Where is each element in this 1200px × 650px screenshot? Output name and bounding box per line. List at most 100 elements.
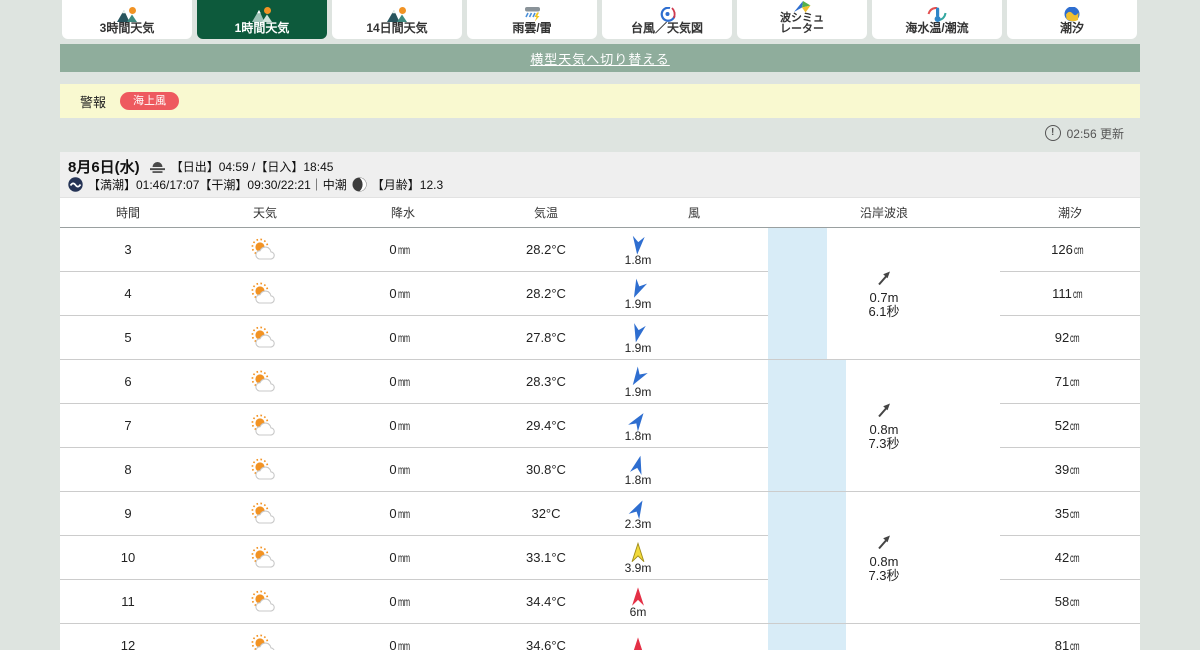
hour-cell: 3: [60, 228, 196, 272]
tide-times-text: 【満潮】01:46/17:07【干潮】09:30/22:21｜中潮: [88, 177, 347, 192]
col-header-weather: 天気: [252, 206, 277, 220]
col-header-temp: 気温: [533, 206, 558, 220]
coastal-wave-cell: 0.8m 7.3秒: [768, 492, 1000, 624]
precip-cell: 0 mm: [334, 492, 472, 536]
sun-cloud-icon: [249, 589, 281, 614]
tide-cell: 71 cm: [1000, 360, 1140, 404]
temp-cell: 27.8°C: [472, 316, 620, 360]
temp-cell: 33.1°C: [472, 536, 620, 580]
weather-cell: [196, 228, 334, 272]
wind-direction-arrow-icon: [627, 636, 649, 650]
sunset-icon: [149, 161, 165, 173]
tab-tide[interactable]: 潮汐: [1007, 0, 1137, 39]
typhoon-icon: [656, 7, 678, 22]
tide-phase-band: [768, 360, 846, 491]
col-header-coastal-wave: 沿岸波浪: [859, 206, 908, 220]
sun-cloud-icon: [249, 369, 281, 394]
wave-period: 7.3秒: [868, 436, 900, 451]
precip-cell: 0 mm: [334, 228, 472, 272]
precip-cell: 0 mm: [334, 624, 472, 650]
hourly-marine-weather-page: 3時間天気 1時間天気 14日間天気 雨雲/雷 台風／天気図 波シミュレーター …: [0, 0, 1200, 650]
sea-temp-current-icon: [926, 7, 948, 22]
tide-phase-band: [768, 492, 846, 623]
wave-period: 7.3秒: [868, 568, 900, 583]
tide-cell: 52 cm: [1000, 404, 1140, 448]
tab-label: 3時間天気: [99, 21, 155, 35]
tide-cell: 126 cm: [1000, 228, 1140, 272]
sun-cloud-icon: [249, 545, 281, 570]
wind-direction-arrow-icon: [627, 542, 649, 564]
weather-cell: [196, 536, 334, 580]
layout-switch-banner: 横型天気へ切り替える: [60, 44, 1140, 72]
tide-cell: 92 cm: [1000, 316, 1140, 360]
rain-lightning-icon: [521, 7, 543, 22]
moon-phase-icon: [352, 177, 367, 191]
info-icon[interactable]: !: [1044, 125, 1061, 141]
wind-cell: [620, 624, 768, 650]
sun-cloud-icon: [249, 457, 281, 482]
sun-cloud-icon: [249, 501, 281, 526]
mountain-weather-icon: [116, 7, 138, 22]
precip-cell: 0 mm: [334, 360, 472, 404]
tab-wave-simulator[interactable]: 波シミュレーター: [737, 0, 867, 39]
col-header-precip: 降水: [390, 206, 415, 220]
hour-cell: 11: [60, 580, 196, 624]
sun-cloud-icon: [249, 413, 281, 438]
wind-cell: 1.8m: [620, 404, 768, 448]
precip-cell: 0 mm: [334, 316, 472, 360]
tide-phase-band: [768, 228, 827, 359]
sun-cloud-icon: [249, 633, 281, 650]
tab-3hour-weather[interactable]: 3時間天気: [62, 0, 192, 39]
hour-cell: 4: [60, 272, 196, 316]
precip-cell: 0 mm: [334, 536, 472, 580]
wind-cell: 1.8m: [620, 448, 768, 492]
hour-cell: 9: [60, 492, 196, 536]
wave-period: 6.1秒: [868, 304, 900, 319]
tide-icon: [1062, 7, 1082, 22]
date-header: 8月6日(水) 【日出】04:59 /【日入】18:45 【満潮】01:46/1…: [60, 152, 1140, 198]
wave-direction-arrow-icon: [874, 400, 894, 420]
temp-cell: 32°C: [472, 492, 620, 536]
temp-cell: 28.2°C: [472, 228, 620, 272]
mountain-weather-icon: [251, 7, 273, 22]
tide-cell: 39 cm: [1000, 448, 1140, 492]
tide-wave-icon: [68, 176, 83, 192]
hour-cell: 7: [60, 404, 196, 448]
weather-cell: [196, 360, 334, 404]
sunrise-sunset-text: 【日出】04:59 /【日入】18:45: [170, 159, 334, 174]
wind-direction-arrow-icon: [626, 233, 650, 257]
temp-cell: 34.4°C: [472, 580, 620, 624]
hour-cell: 10: [60, 536, 196, 580]
table-header-row: 時間 天気 降水 気温 風 沿岸波浪 潮汐: [60, 198, 1140, 228]
wind-cell: 1.9m: [620, 316, 768, 360]
col-header-tide: 潮汐: [1057, 206, 1082, 220]
weather-cell: [196, 272, 334, 316]
tab-1hour-weather[interactable]: 1時間天気: [197, 0, 327, 39]
weather-cell: [196, 492, 334, 536]
wind-cell: 1.8m: [620, 228, 768, 272]
tab-radar-lightning[interactable]: 雨雲/雷: [467, 0, 597, 39]
precip-cell: 0 mm: [334, 448, 472, 492]
tab-label: 波シミュレーター: [780, 12, 824, 35]
temp-cell: 28.2°C: [472, 272, 620, 316]
wave-height: 0.8m: [869, 554, 899, 569]
wave-height: 0.7m: [869, 290, 899, 305]
weather-cell: [196, 580, 334, 624]
hour-cell: 6: [60, 360, 196, 404]
weather-cell: [196, 448, 334, 492]
coastal-wave-cell: 0.7m 6.1秒: [768, 228, 1000, 360]
switch-to-horizontal-link[interactable]: 横型天気へ切り替える: [530, 49, 670, 68]
wind-direction-arrow-icon: [625, 319, 651, 345]
precip-cell: 0 mm: [334, 404, 472, 448]
tab-sea-temp-current[interactable]: 海水温/潮流: [872, 0, 1002, 39]
wind-direction-arrow-icon: [627, 586, 649, 608]
tab-14day-weather[interactable]: 14日間天気: [332, 0, 462, 39]
temp-cell: 29.4°C: [472, 404, 620, 448]
update-row: ! 02:56 更新: [0, 118, 1200, 148]
tab-typhoon-chart[interactable]: 台風／天気図: [602, 0, 732, 39]
forecast-content: 8月6日(水) 【日出】04:59 /【日入】18:45 【満潮】01:46/1…: [60, 152, 1140, 650]
sun-cloud-icon: [249, 325, 281, 350]
tide-cell: 58 cm: [1000, 580, 1140, 624]
sea-wind-warning-badge[interactable]: 海上風: [120, 92, 180, 110]
weather-cell: [196, 624, 334, 650]
